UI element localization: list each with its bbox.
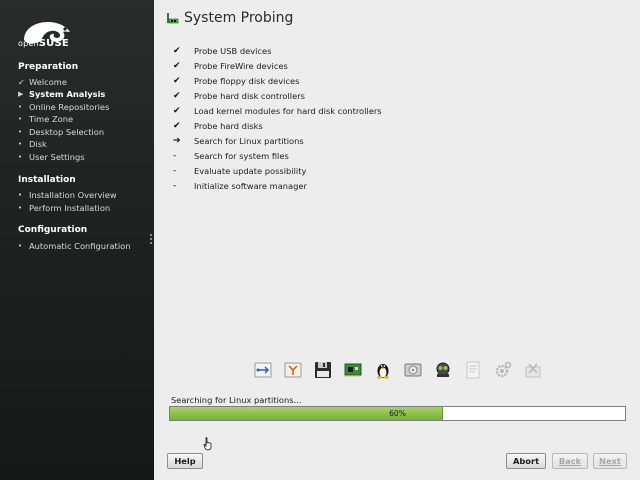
step-perform-installation: • Perform Installation (18, 202, 110, 214)
list-item: ✔ Probe USB devices (173, 43, 382, 58)
hard-disk-icon (403, 360, 423, 380)
pending-dash-icon: - (173, 180, 177, 191)
task-label: Probe hard disk controllers (194, 90, 305, 101)
tux-penguin-icon (373, 360, 393, 380)
list-item: ➔ Search for Linux partitions (173, 133, 382, 148)
usb-icon (253, 360, 273, 380)
step-label: Desktop Selection (29, 127, 105, 137)
step-system-analysis: ▶ System Analysis (18, 88, 105, 100)
task-label: Probe hard disks (194, 120, 263, 131)
step-installation-overview: • Installation Overview (18, 189, 117, 201)
step-label: System Analysis (29, 89, 106, 99)
task-label: Probe FireWire devices (194, 60, 288, 71)
opensuse-wordmark: openSUSE (18, 38, 69, 49)
step-online-repositories: • Online Repositories (18, 101, 109, 113)
help-button[interactable]: Help (167, 453, 203, 469)
check-icon: ✔ (173, 60, 181, 71)
bullet-icon: • (18, 103, 23, 111)
bullet-icon: • (18, 191, 23, 199)
progress-bar: 60% (169, 406, 626, 421)
bullet-icon: • (18, 204, 23, 212)
list-item: ✔ Probe floppy disk devices (173, 73, 382, 88)
check-icon: ✔ (173, 90, 181, 101)
pending-dash-icon: - (173, 165, 177, 176)
step-label: Time Zone (29, 114, 74, 124)
step-desktop-selection: • Desktop Selection (18, 126, 104, 138)
logo-suffix: SUSE (38, 38, 69, 49)
task-label: Initialize software manager (194, 180, 307, 191)
partition-search-icon (433, 360, 453, 380)
step-user-settings: • User Settings (18, 151, 85, 163)
progress-percent: 60% (389, 409, 406, 418)
update-gears-icon (493, 360, 513, 380)
controller-card-icon (343, 360, 363, 380)
logo-prefix: open (18, 39, 39, 48)
next-button[interactable]: Next (593, 453, 627, 469)
help-button-label: Help (174, 456, 196, 466)
page-title: System Probing (184, 10, 294, 26)
step-label: Welcome (29, 77, 67, 87)
next-button-label: Next (599, 456, 621, 466)
step-label: Installation Overview (29, 190, 117, 200)
list-item: - Initialize software manager (173, 178, 382, 193)
task-label: Search for Linux partitions (194, 135, 304, 146)
task-label: Search for system files (194, 150, 289, 161)
bullet-icon: • (18, 140, 23, 148)
task-label: Evaluate update possibility (194, 165, 307, 176)
sidebar-resize-handle[interactable] (150, 234, 152, 246)
step-label: Disk (29, 139, 47, 149)
bullet-icon: • (18, 115, 23, 123)
task-label: Probe floppy disk devices (194, 75, 300, 86)
section-installation: Installation (18, 175, 76, 185)
abort-button-label: Abort (512, 456, 540, 466)
page-header: System Probing (166, 10, 293, 26)
probe-task-list: ✔ Probe USB devices ✔ Probe FireWire devic… (173, 43, 382, 193)
bullet-icon: • (18, 128, 23, 136)
step-label: Perform Installation (29, 203, 111, 213)
step-welcome: ✔ Welcome (18, 76, 67, 88)
back-button[interactable]: Back (552, 453, 588, 469)
section-preparation: Preparation (18, 62, 79, 72)
list-item: ✔ Probe hard disk controllers (173, 88, 382, 103)
step-label: User Settings (29, 152, 85, 162)
task-label: Load kernel modules for hard disk contro… (194, 105, 382, 116)
hardware-probe-icon (167, 12, 179, 23)
abort-button[interactable]: Abort (506, 453, 546, 469)
list-item: ✔ Load kernel modules for hard disk contr… (173, 103, 382, 118)
step-label: Automatic Configuration (29, 241, 131, 251)
check-icon: ✔ (173, 105, 181, 116)
current-arrow-icon: ▶ (18, 90, 24, 98)
check-icon: ✔ (173, 45, 181, 56)
pending-dash-icon: - (173, 150, 177, 161)
list-item: ✔ Probe hard disks (173, 118, 382, 133)
system-files-icon (463, 360, 483, 380)
step-label: Online Repositories (29, 102, 110, 112)
list-item: - Evaluate update possibility (173, 163, 382, 178)
section-configuration: Configuration (18, 225, 88, 235)
step-time-zone: • Time Zone (18, 113, 73, 125)
task-label: Probe USB devices (194, 45, 272, 56)
step-automatic-configuration: • Automatic Configuration (18, 240, 130, 252)
floppy-icon (313, 360, 333, 380)
list-item: ✔ Probe FireWire devices (173, 58, 382, 73)
bullet-icon: • (18, 153, 23, 161)
step-disk: • Disk (18, 138, 47, 150)
probe-stage-icons (253, 360, 553, 380)
list-item: - Search for system files (173, 148, 382, 163)
opensuse-chameleon-logo (24, 22, 70, 44)
firewire-icon (283, 360, 303, 380)
arrow-right-icon: ➔ (173, 135, 181, 146)
bullet-icon: • (18, 242, 23, 250)
check-icon: ✔ (173, 120, 181, 131)
check-icon: ✔ (173, 75, 181, 86)
mouse-cursor-icon (203, 437, 212, 451)
check-icon: ✔ (18, 77, 25, 87)
progress-label: Searching for Linux partitions... (171, 395, 302, 405)
sidebar: openSUSE Preparation ✔ Welcome ▶ System An… (0, 0, 154, 480)
back-button-label: Back (558, 456, 582, 466)
software-manager-icon (523, 360, 543, 380)
